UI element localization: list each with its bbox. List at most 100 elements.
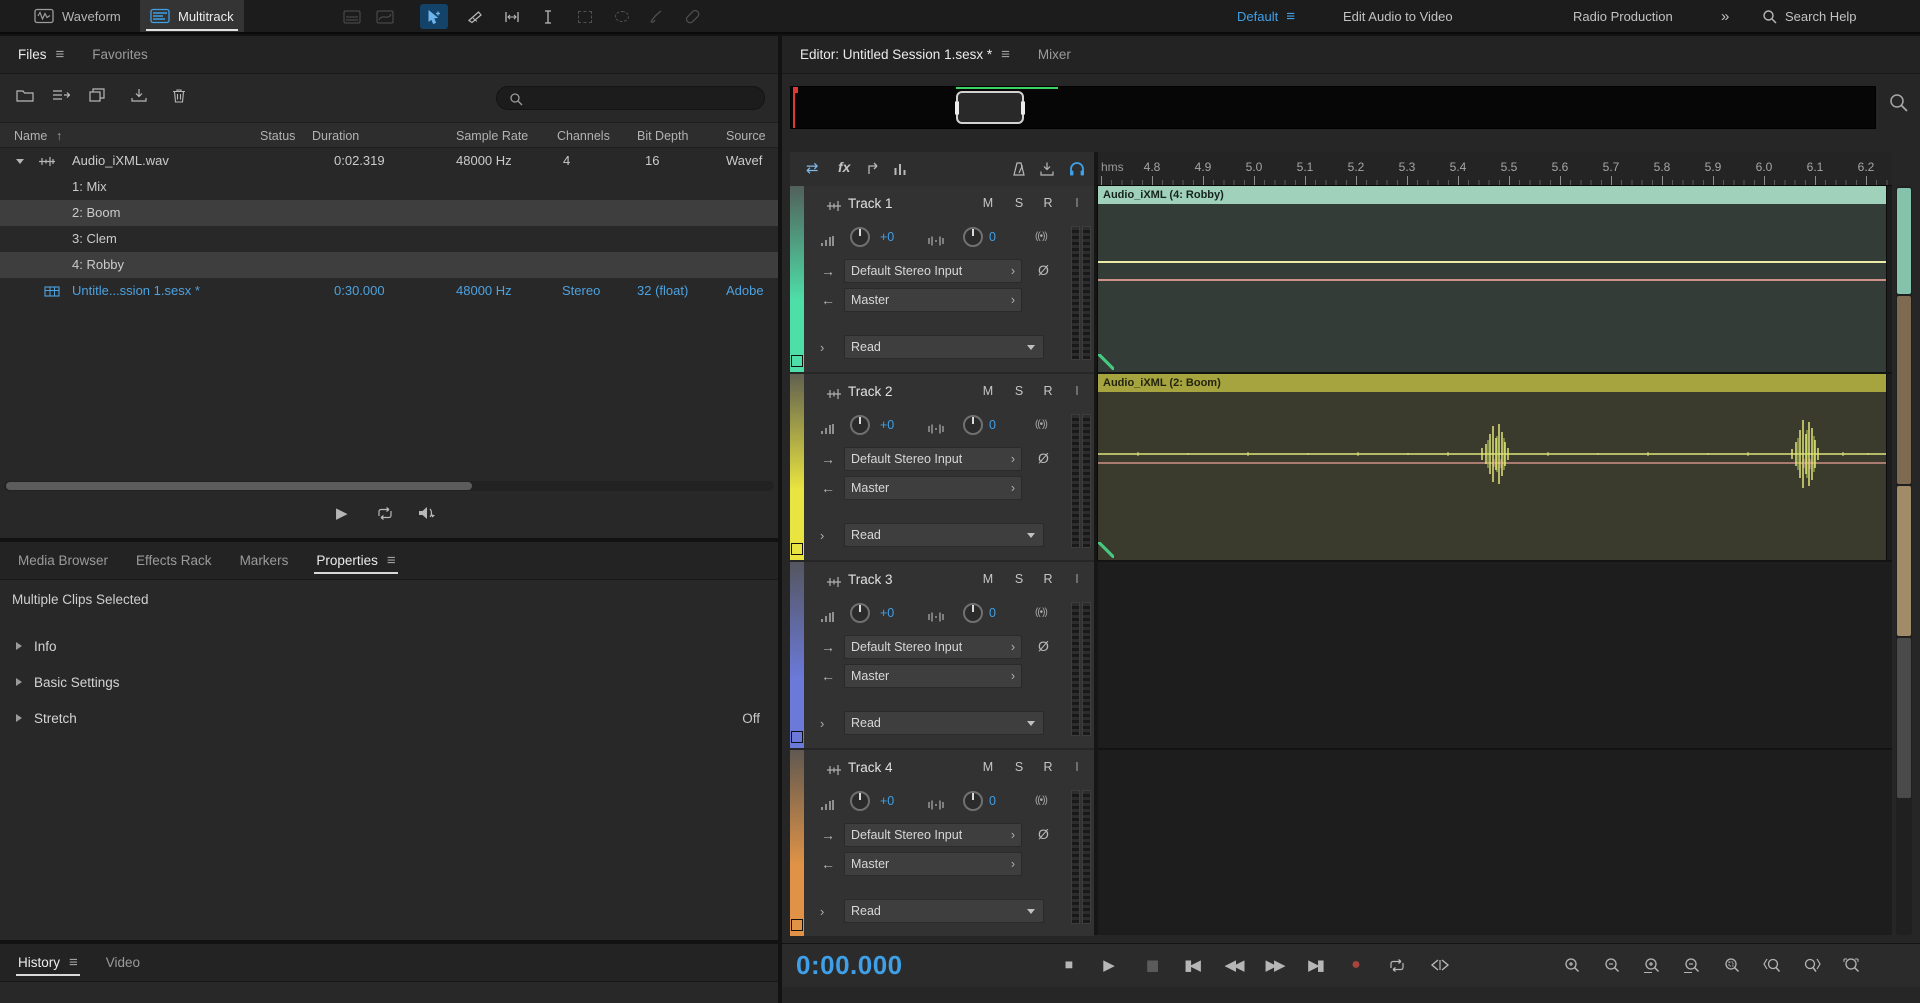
- tab-favorites[interactable]: Favorites: [78, 36, 162, 73]
- volume-value[interactable]: +0: [880, 418, 894, 432]
- clip-header[interactable]: Audio_iXML (4: Robby): [1098, 186, 1886, 204]
- solo-button[interactable]: S: [1009, 384, 1029, 398]
- files-search-input[interactable]: [496, 86, 765, 110]
- rewind-button[interactable]: ◀◀: [1216, 956, 1250, 974]
- phase-icon[interactable]: Ø: [1038, 450, 1049, 466]
- volume-knob[interactable]: [850, 603, 870, 623]
- pan-knob[interactable]: [963, 227, 983, 247]
- zoom-in-amplitude-button[interactable]: [1563, 957, 1581, 974]
- input-selector[interactable]: Default Stereo Input ›: [844, 259, 1022, 283]
- expand-chevron-icon[interactable]: ›: [820, 528, 824, 543]
- phase-icon[interactable]: Ø: [1038, 262, 1049, 278]
- auto-play-button[interactable]: [418, 505, 438, 521]
- delete-button[interactable]: [166, 82, 192, 108]
- output-selector[interactable]: Master ›: [844, 476, 1022, 500]
- expand-chevron-icon[interactable]: ›: [820, 340, 824, 355]
- workspace-radio-production[interactable]: Radio Production: [1573, 0, 1673, 32]
- expand-chevron-icon[interactable]: ›: [820, 904, 824, 919]
- output-selector[interactable]: Master ›: [844, 852, 1022, 876]
- record-arm-button[interactable]: R: [1038, 384, 1058, 398]
- zoom-to-in-point-button[interactable]: [1763, 957, 1781, 974]
- fast-forward-button[interactable]: ▶▶: [1257, 956, 1291, 974]
- monitor-speaker-icon[interactable]: ((•)): [1035, 231, 1047, 242]
- automation-mode-dropdown[interactable]: Read: [844, 899, 1044, 923]
- clip-header[interactable]: Audio_iXML (2: Boom): [1098, 374, 1886, 392]
- record-arm-button[interactable]: R: [1038, 196, 1058, 210]
- preview-play-button[interactable]: ▶: [336, 504, 348, 522]
- tab-markers[interactable]: Markers: [226, 542, 303, 579]
- viewport-left-handle[interactable]: [955, 101, 959, 114]
- automation-mode-dropdown[interactable]: Read: [844, 523, 1044, 547]
- solo-button[interactable]: S: [1009, 572, 1029, 586]
- zoom-in-time-button[interactable]: [1643, 957, 1661, 974]
- files-column-header[interactable]: Name ↑ Status Duration Sample Rate Chann…: [0, 122, 778, 148]
- column-channels[interactable]: Channels: [557, 123, 610, 149]
- files-horizontal-scrollbar[interactable]: [4, 481, 774, 491]
- mute-button[interactable]: M: [978, 196, 998, 210]
- automation-mode-dropdown[interactable]: Read: [844, 711, 1044, 735]
- pan-value[interactable]: 0: [989, 418, 996, 432]
- track-lanes[interactable]: Audio_iXML (4: Robby) Audio_iXML (2: Boo…: [1098, 186, 1892, 935]
- column-sample-rate[interactable]: Sample Rate: [456, 123, 528, 149]
- column-source[interactable]: Source: [726, 123, 766, 149]
- pan-value[interactable]: 0: [989, 794, 996, 808]
- metronome-icon[interactable]: [1011, 161, 1027, 177]
- arrange-icon[interactable]: ⇄: [806, 159, 819, 177]
- pan-value[interactable]: 0: [989, 606, 996, 620]
- playhead-marker[interactable]: [793, 87, 795, 128]
- time-display[interactable]: 0:00.000: [796, 950, 903, 981]
- input-selector[interactable]: Default Stereo Input ›: [844, 635, 1022, 659]
- headphones-monitor-icon[interactable]: [1068, 161, 1086, 177]
- zoom-out-amplitude-button[interactable]: [1603, 957, 1621, 974]
- file-row-wav[interactable]: Audio_iXML.wav 0:02.319 48000 Hz 4 16 Wa…: [0, 148, 778, 174]
- mute-button[interactable]: M: [978, 572, 998, 586]
- fx-icon[interactable]: fx: [838, 159, 850, 175]
- panel-menu-icon[interactable]: ≡: [387, 552, 396, 569]
- panel-menu-icon[interactable]: ≡: [56, 46, 65, 63]
- workspace-switcher[interactable]: Default ≡: [1237, 0, 1295, 32]
- column-duration[interactable]: Duration: [312, 123, 359, 149]
- section-info[interactable]: Info: [0, 632, 778, 662]
- track-name[interactable]: Track 3: [848, 572, 893, 587]
- paintbrush-selection-tool-button[interactable]: [642, 4, 670, 29]
- track-name[interactable]: Track 2: [848, 384, 893, 399]
- marquee-selection-tool-button[interactable]: [571, 4, 599, 29]
- waveform-view-button[interactable]: Waveform: [24, 0, 131, 32]
- volume-value[interactable]: +0: [880, 230, 894, 244]
- solo-button[interactable]: S: [1009, 196, 1029, 210]
- pan-value[interactable]: 0: [989, 230, 996, 244]
- tab-files[interactable]: Files ≡: [4, 36, 78, 73]
- solo-button[interactable]: S: [1009, 760, 1029, 774]
- output-selector[interactable]: Master ›: [844, 288, 1022, 312]
- skip-selection-button[interactable]: [1430, 958, 1450, 972]
- panel-menu-icon[interactable]: ≡: [1001, 46, 1010, 63]
- go-to-start-button[interactable]: ▮◀: [1174, 956, 1208, 974]
- panel-menu-icon[interactable]: ≡: [69, 954, 78, 971]
- tab-effects-rack[interactable]: Effects Rack: [122, 542, 226, 579]
- tab-mixer[interactable]: Mixer: [1024, 36, 1085, 73]
- pause-button[interactable]: ▮▮: [1134, 956, 1168, 974]
- record-arm-button[interactable]: R: [1038, 572, 1058, 586]
- record-arm-button[interactable]: R: [1038, 760, 1058, 774]
- zoom-out-time-button[interactable]: [1683, 957, 1701, 974]
- column-status[interactable]: Status: [260, 123, 295, 149]
- punch-record-icon[interactable]: [1039, 161, 1055, 177]
- navigator-viewport[interactable]: [956, 91, 1024, 124]
- input-selector[interactable]: Default Stereo Input ›: [844, 447, 1022, 471]
- navigate-zoom-button[interactable]: [1888, 92, 1910, 114]
- scrollbar-thumb[interactable]: [6, 482, 472, 490]
- tab-history[interactable]: History ≡: [4, 944, 92, 981]
- tab-editor[interactable]: Editor: Untitled Session 1.sesx * ≡: [786, 36, 1024, 73]
- play-button[interactable]: ▶: [1092, 956, 1126, 974]
- monitor-speaker-icon[interactable]: ((•)): [1035, 607, 1047, 618]
- column-name[interactable]: Name: [14, 123, 47, 149]
- section-basic-settings[interactable]: Basic Settings: [0, 668, 778, 698]
- tab-video[interactable]: Video: [92, 944, 154, 981]
- go-to-end-button[interactable]: ▶▮: [1298, 956, 1332, 974]
- volume-knob[interactable]: [850, 415, 870, 435]
- record-button[interactable]: ●: [1339, 956, 1373, 974]
- mute-button[interactable]: M: [978, 760, 998, 774]
- lasso-selection-tool-button[interactable]: [608, 4, 636, 29]
- phase-icon[interactable]: Ø: [1038, 826, 1049, 842]
- fade-in-handle[interactable]: [1098, 354, 1114, 370]
